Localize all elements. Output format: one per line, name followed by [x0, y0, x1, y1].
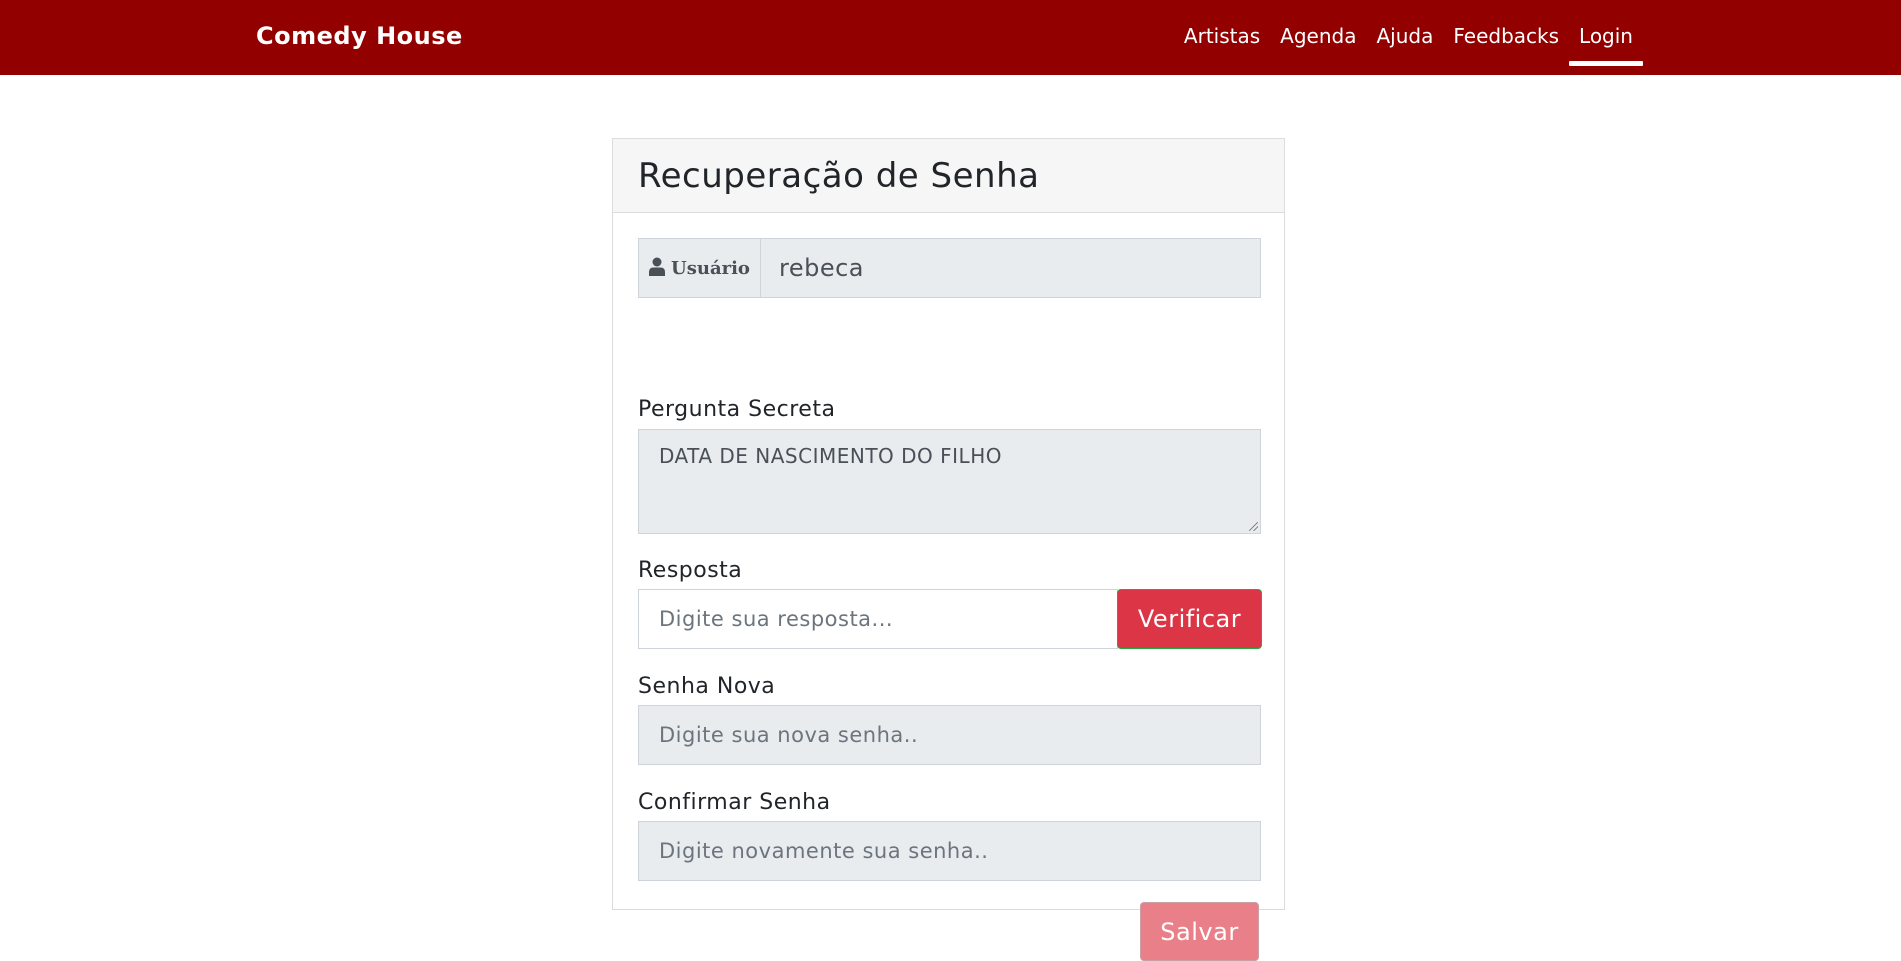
answer-input[interactable]: Digite sua resposta... [638, 589, 1118, 649]
username-label: Usuário [671, 257, 750, 279]
user-icon [649, 257, 666, 280]
card-header: Recuperação de Senha [613, 139, 1284, 213]
secret-question-value: DATA DE NASCIMENTO DO FILHO [659, 444, 1002, 468]
username-addon: Usuário [639, 239, 761, 297]
nav-menu: Artistas Agenda Ajuda Feedbacks Login [1174, 22, 1643, 66]
resize-grip-icon[interactable] [1249, 522, 1258, 531]
save-button[interactable]: Salvar [1140, 902, 1259, 961]
page-title: Recuperação de Senha [638, 155, 1040, 196]
answer-label: Resposta [638, 558, 743, 583]
top-navbar: Comedy House Artistas Agenda Ajuda Feedb… [0, 0, 1901, 75]
brand-logo[interactable]: Comedy House [256, 22, 463, 50]
nav-item-ajuda[interactable]: Ajuda [1366, 22, 1443, 66]
nav-item-login[interactable]: Login [1569, 22, 1643, 66]
verify-button[interactable]: Verificar [1117, 589, 1262, 649]
username-input-group: Usuário rebeca [638, 238, 1261, 298]
nav-item-artistas[interactable]: Artistas [1174, 22, 1270, 66]
confirm-password-input[interactable]: Digite novamente sua senha.. [638, 821, 1261, 881]
new-password-label: Senha Nova [638, 674, 776, 699]
password-recovery-card: Recuperação de Senha Usuário rebeca Perg… [612, 138, 1285, 961]
secret-question-field[interactable]: DATA DE NASCIMENTO DO FILHO [638, 429, 1261, 534]
new-password-input[interactable]: Digite sua nova senha.. [638, 705, 1261, 765]
nav-item-feedbacks[interactable]: Feedbacks [1443, 22, 1569, 66]
confirm-password-label: Confirmar Senha [638, 790, 831, 815]
nav-item-agenda[interactable]: Agenda [1270, 22, 1366, 66]
secret-question-label: Pergunta Secreta [638, 397, 836, 422]
username-field[interactable]: rebeca [761, 239, 1260, 297]
